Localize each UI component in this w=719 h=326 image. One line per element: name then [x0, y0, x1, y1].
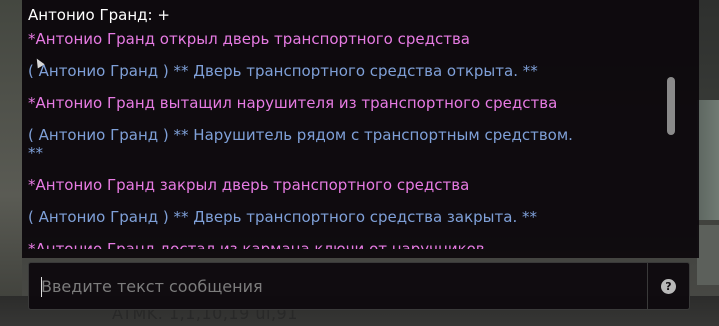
chat-message-do: ( Антонио Гранд ) ** Нарушитель рядом с …: [28, 126, 573, 162]
chat-scrollbar[interactable]: [667, 77, 675, 135]
chat-last-input-line: Антонио Гранд: +: [28, 6, 170, 24]
scene-window: [697, 100, 719, 220]
chat-message-do: ( Антонио Гранд ) ** Дверь транспортного…: [28, 208, 537, 226]
scene-wall: [0, 0, 22, 326]
question-circle-icon: ?: [661, 278, 676, 294]
chat-message-me: *Антонио Гранд закрыл дверь транспортног…: [28, 176, 470, 194]
chat-panel[interactable]: Антонио Гранд: + *Антонио Гранд открыл д…: [22, 0, 699, 258]
chat-message-me-partial: *Антонио Гранд достал из кармана ключи о…: [28, 240, 485, 249]
chat-input-bar: ?: [28, 262, 690, 310]
chat-message-do: ( Антонио Гранд ) ** Дверь транспортного…: [28, 62, 538, 80]
chat-message-me: *Антонио Гранд вытащил нарушителя из тра…: [28, 94, 558, 112]
chat-messages: *Антонио Гранд открыл дверь транспортног…: [28, 30, 654, 249]
text-caret: [41, 277, 42, 297]
chat-message-input[interactable]: [29, 263, 647, 309]
help-button[interactable]: ?: [648, 263, 689, 309]
chat-message-me: *Антонио Гранд открыл дверь транспортног…: [28, 30, 471, 48]
scene-window-lower: [697, 225, 719, 285]
